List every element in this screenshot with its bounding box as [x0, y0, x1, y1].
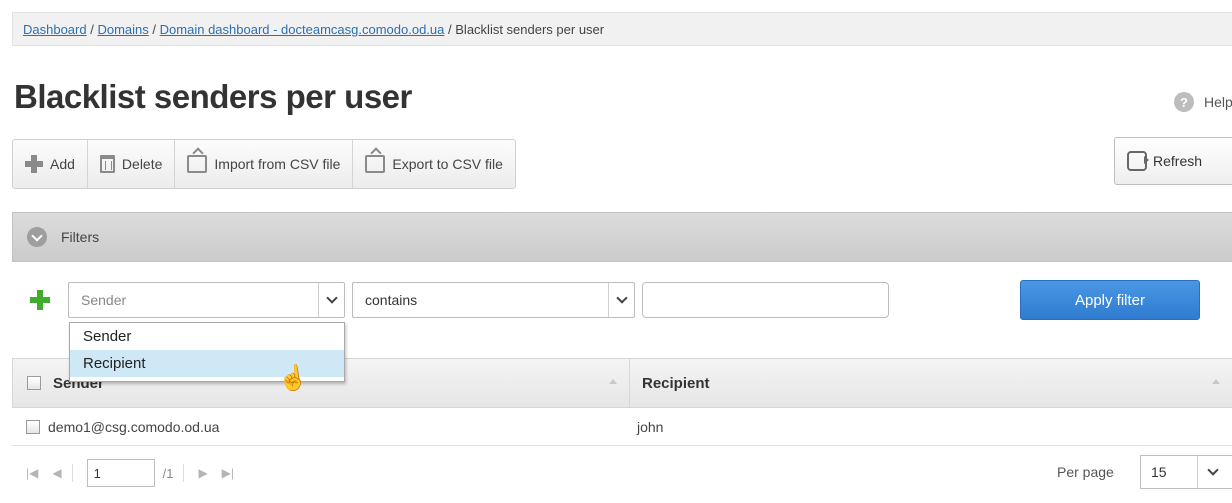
filters-panel-header[interactable]: Filters — [12, 212, 1232, 262]
filter-value-input[interactable] — [642, 282, 889, 318]
column-header-recipient-label: Recipient — [642, 374, 710, 392]
refresh-button[interactable]: Refresh — [1114, 137, 1232, 185]
filter-condition-select[interactable]: contains — [352, 282, 635, 318]
sort-arrow-icon — [1212, 379, 1220, 384]
table-cell-sender: demo1@csg.comodo.od.ua — [12, 408, 629, 445]
trash-icon — [99, 155, 115, 173]
add-button-label: Add — [50, 156, 75, 172]
page-number-input[interactable] — [86, 459, 155, 487]
export-csv-button[interactable]: Export to CSV file — [353, 140, 515, 188]
breadcrumb-dashboard-link[interactable]: Dashboard — [23, 22, 87, 37]
toolbar: Add Delete Import from CSV file Export t… — [12, 139, 516, 189]
pagination: |◀ ◀ /1 ▶ ▶| Per page 15 — [12, 455, 1232, 491]
breadcrumb-domain-dashboard-link[interactable]: Domain dashboard - docteamcasg.comodo.od… — [160, 22, 445, 37]
pager-divider — [183, 464, 185, 482]
plus-icon — [25, 155, 43, 173]
previous-page-icon[interactable]: ◀ — [52, 466, 61, 480]
breadcrumb-current: Blacklist senders per user — [455, 22, 605, 37]
filter-field-value: Sender — [81, 292, 127, 308]
column-header-recipient[interactable]: Recipient — [630, 359, 1232, 407]
filter-field-select[interactable]: Sender — [68, 282, 345, 318]
import-csv-icon — [187, 155, 208, 173]
per-page-label: Per page — [1057, 464, 1114, 480]
sender-value: demo1@csg.comodo.od.ua — [48, 418, 220, 435]
refresh-icon — [1127, 151, 1149, 171]
add-filter-plus-icon[interactable] — [30, 290, 50, 310]
import-csv-button[interactable]: Import from CSV file — [175, 140, 354, 188]
add-button[interactable]: Add — [13, 140, 88, 188]
chevron-down-icon[interactable] — [318, 283, 344, 317]
pointer-hand-cursor-icon: ☝ — [276, 363, 310, 394]
delete-button[interactable]: Delete — [88, 140, 176, 188]
per-page-select[interactable]: 15 — [1140, 455, 1232, 489]
refresh-button-label: Refresh — [1153, 153, 1203, 169]
recipient-value: john — [637, 418, 664, 435]
breadcrumb-separator: / — [152, 22, 157, 37]
dropdown-option-sender[interactable]: Sender — [70, 323, 344, 350]
breadcrumb-domains-link[interactable]: Domains — [97, 22, 148, 37]
help-icon: ? — [1174, 92, 1194, 112]
first-page-icon[interactable]: |◀ — [26, 466, 38, 480]
export-csv-icon — [365, 155, 386, 173]
pager-divider — [71, 464, 73, 482]
next-page-icon[interactable]: ▶ — [198, 466, 207, 480]
table-row[interactable]: demo1@csg.comodo.od.ua john — [12, 408, 1232, 446]
page-total: /1 — [162, 465, 174, 481]
select-all-checkbox[interactable] — [27, 376, 41, 390]
row-checkbox[interactable] — [26, 419, 40, 434]
chevron-down-icon[interactable] — [608, 283, 634, 317]
apply-filter-button[interactable]: Apply filter — [1020, 280, 1200, 320]
delete-button-label: Delete — [121, 156, 163, 172]
collapse-chevron-icon[interactable] — [27, 227, 47, 247]
import-csv-label: Import from CSV file — [214, 156, 341, 172]
page-title: Blacklist senders per user — [14, 78, 412, 115]
breadcrumb: Dashboard / Domains / Domain dashboard -… — [12, 12, 1232, 46]
sort-arrow-icon — [609, 379, 617, 384]
chevron-down-icon[interactable] — [1197, 456, 1227, 488]
filter-condition-value: contains — [365, 292, 418, 308]
last-page-icon[interactable]: ▶| — [222, 466, 234, 480]
breadcrumb-separator: / — [448, 22, 452, 37]
help-label: Help — [1204, 94, 1232, 110]
filters-title: Filters — [61, 229, 100, 245]
export-csv-label: Export to CSV file — [392, 156, 503, 172]
help-link[interactable]: ? Help — [1174, 92, 1232, 112]
per-page-value: 15 — [1151, 464, 1167, 480]
table-cell-recipient: john — [629, 408, 1232, 445]
breadcrumb-separator: / — [90, 22, 94, 37]
